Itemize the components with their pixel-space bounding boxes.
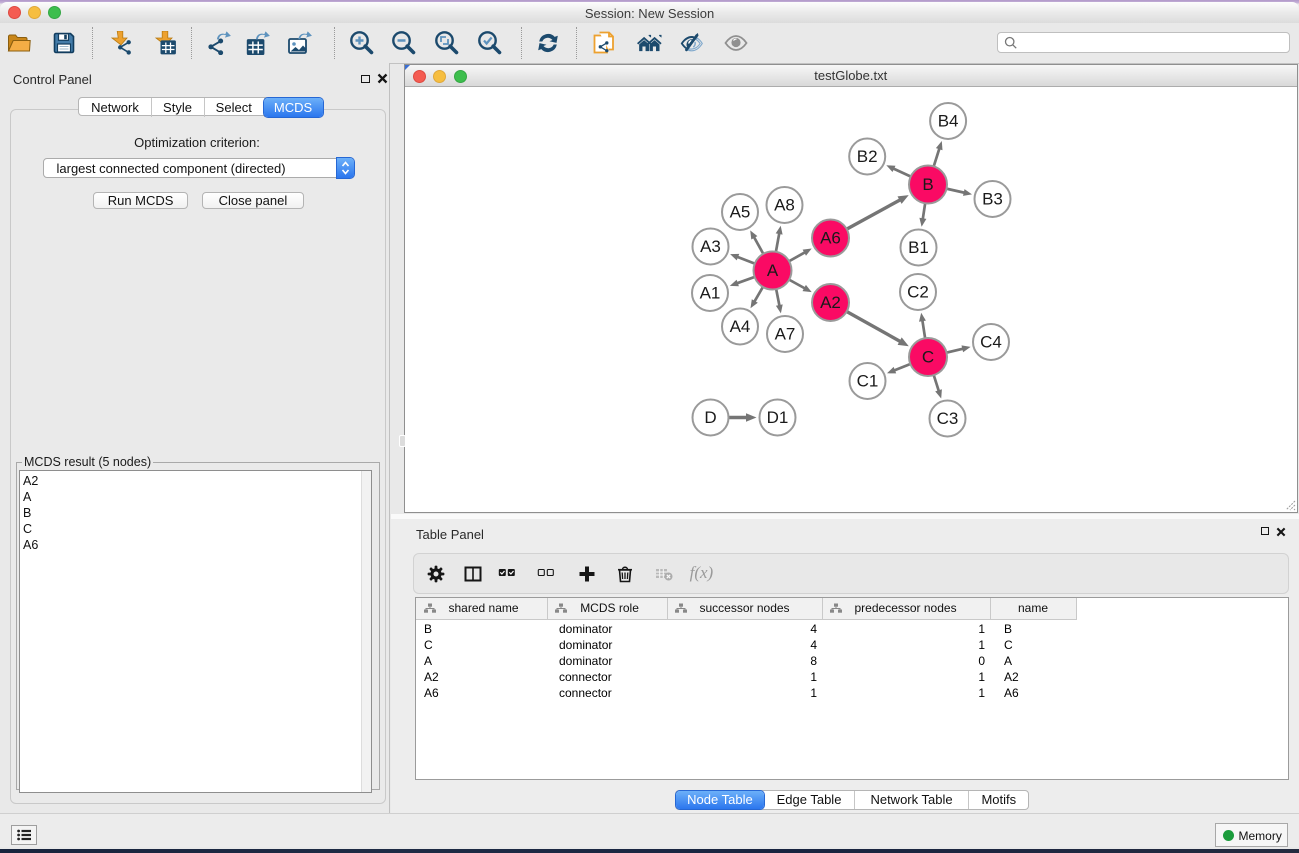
svg-text:C: C [921,347,933,366]
svg-text:A5: A5 [729,202,750,221]
svg-text:B3: B3 [982,189,1003,208]
svg-text:B4: B4 [937,111,958,130]
svg-text:C1: C1 [856,371,878,390]
svg-text:C3: C3 [936,409,958,428]
svg-text:B1: B1 [908,238,929,257]
svg-text:B: B [922,175,933,194]
svg-text:A1: A1 [699,283,720,302]
svg-text:D: D [704,408,716,427]
svg-text:A3: A3 [700,237,721,256]
svg-text:A6: A6 [820,228,841,247]
svg-text:A7: A7 [774,324,795,343]
svg-text:A8: A8 [774,195,795,214]
svg-text:C2: C2 [907,282,929,301]
svg-text:A4: A4 [729,317,750,336]
svg-text:D1: D1 [766,408,788,427]
svg-text:C4: C4 [980,332,1002,351]
svg-text:B2: B2 [856,147,877,166]
svg-text:A: A [766,261,778,280]
svg-text:A2: A2 [820,293,841,312]
